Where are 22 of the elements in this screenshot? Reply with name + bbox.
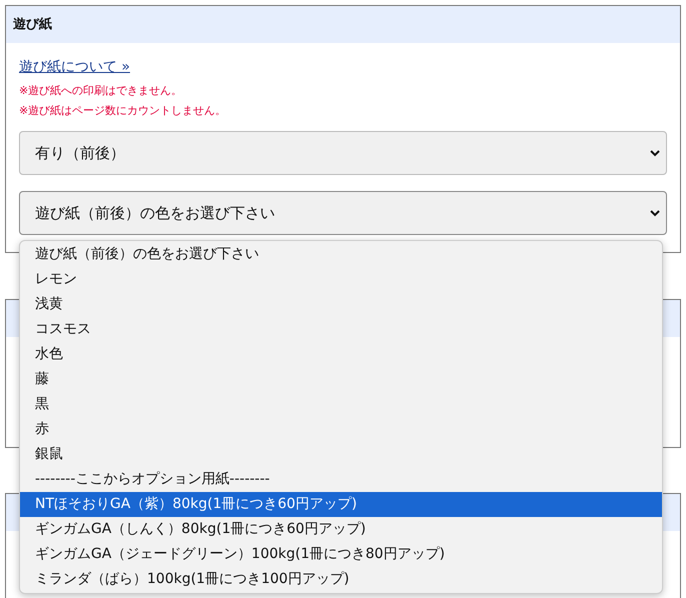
dropdown-option[interactable]: コスモス bbox=[20, 317, 662, 342]
dropdown-option[interactable]: ギンガムGA（しんく）80kg(1冊につき60円アップ) bbox=[20, 517, 662, 542]
warning-note: ※遊び紙はページ数にカウントしません。 bbox=[19, 103, 228, 119]
dropdown-option[interactable]: 赤 bbox=[20, 417, 662, 442]
dropdown-option[interactable]: 黒 bbox=[20, 392, 662, 417]
dropdown-option[interactable]: 銀鼠 bbox=[20, 442, 662, 467]
dropdown-option[interactable]: 遊び紙（前後）の色をお選び下さい bbox=[20, 242, 662, 267]
dropdown-option[interactable]: 藤 bbox=[20, 367, 662, 392]
dropdown-option[interactable]: NTほそおりGA（紫）80kg(1冊につき60円アップ) bbox=[20, 492, 662, 517]
warning-note: ※遊び紙への印刷はできません。 bbox=[19, 83, 184, 99]
info-link[interactable]: 遊び紙について » bbox=[19, 57, 130, 78]
chevron-down-icon bbox=[650, 210, 660, 216]
section-title: 遊び紙 bbox=[13, 16, 52, 34]
dropdown-option[interactable]: レモン bbox=[20, 267, 662, 292]
select-field[interactable]: 遊び紙（前後）の色をお選び下さい bbox=[19, 191, 667, 235]
dropdown-option[interactable]: ギンガムGA（ジェードグリーン）100kg(1冊につき80円アップ) bbox=[20, 542, 662, 567]
chevron-down-icon bbox=[650, 150, 660, 156]
dropdown-option[interactable]: --------ここからオプション用紙-------- bbox=[20, 467, 662, 492]
dropdown-option[interactable]: ミランダ（ばら）100kg(1冊につき100円アップ) bbox=[20, 567, 662, 592]
select-field[interactable]: 有り（前後） bbox=[19, 131, 667, 175]
dropdown-option[interactable]: 水色 bbox=[20, 342, 662, 367]
dropdown-option[interactable]: 浅黄 bbox=[20, 292, 662, 317]
